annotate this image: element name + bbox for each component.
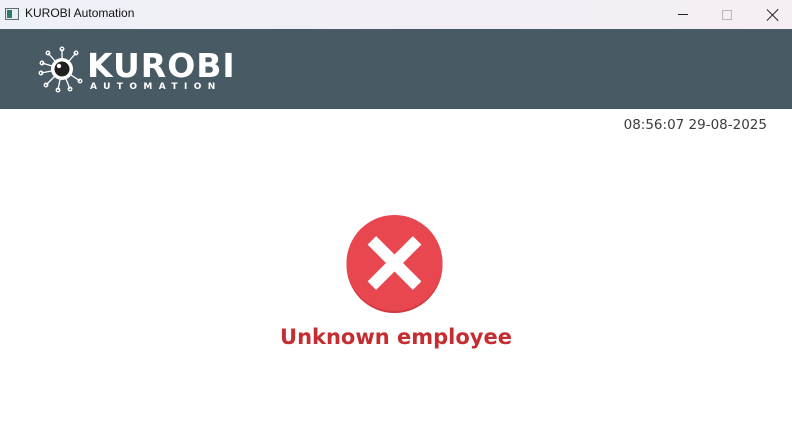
app-icon — [5, 8, 19, 20]
maximize-icon — [722, 9, 732, 20]
app-window: KUROBI Automation KUROBI AUTOMATION 08:5… — [0, 0, 792, 440]
window-title: KUROBI Automation — [25, 6, 135, 20]
close-button[interactable] — [750, 0, 792, 29]
logo-tagline: AUTOMATION — [90, 82, 222, 92]
logo-name: KUROBI — [87, 46, 236, 85]
minimize-icon — [678, 14, 688, 15]
maximize-button[interactable] — [704, 0, 750, 29]
status-message: Unknown employee — [280, 325, 512, 349]
title-bar[interactable]: KUROBI Automation — [0, 0, 792, 29]
clock-display: 08:56:07 29-08-2025 — [623, 117, 767, 133]
eye-circuit-icon — [38, 46, 83, 93]
header-banner: KUROBI AUTOMATION — [0, 29, 792, 109]
minimize-button[interactable] — [660, 0, 706, 29]
error-x-icon — [346, 215, 443, 313]
close-icon — [767, 9, 779, 21]
